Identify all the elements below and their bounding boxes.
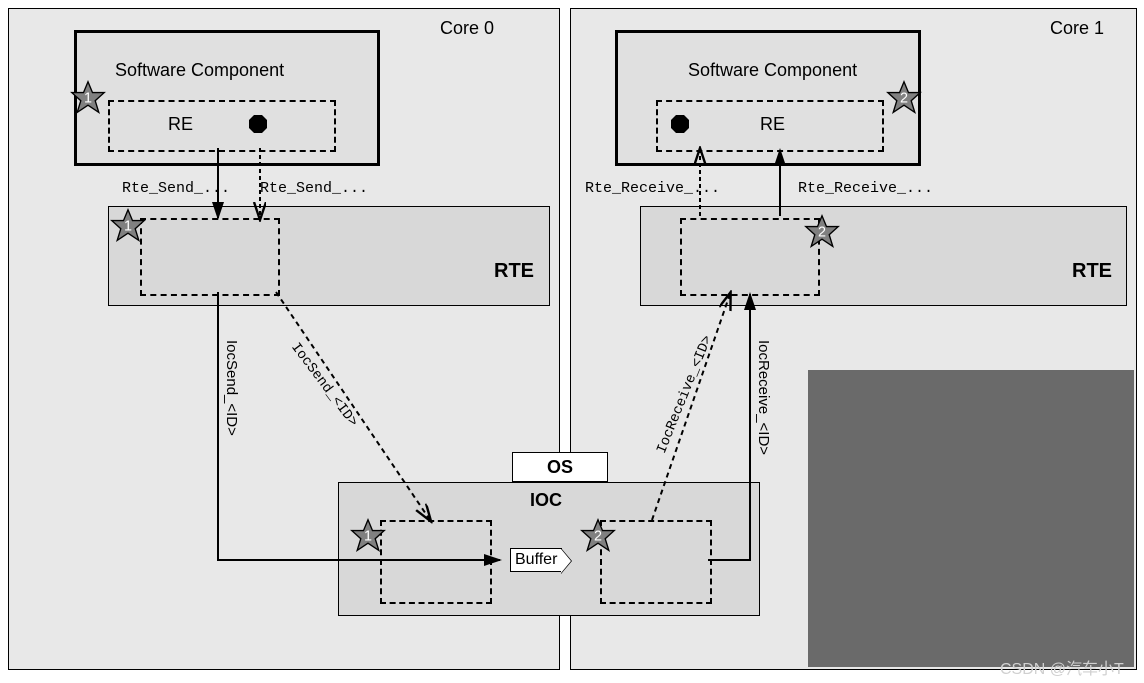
svg-text:2: 2 <box>594 529 602 545</box>
rte-send-label-2: Rte_Send_... <box>260 180 368 197</box>
diagram-root: Core 0 Core 1 Software Component RE Soft… <box>0 0 1144 683</box>
star-ioc-right: 2 <box>580 518 616 554</box>
star-swc-right: 2 <box>886 80 922 116</box>
svg-text:1: 1 <box>364 529 372 545</box>
rte-right-label: RTE <box>1072 260 1112 283</box>
port-left <box>248 114 268 134</box>
swc-right-label: Software Component <box>688 60 857 81</box>
re-left <box>108 100 336 152</box>
rte-send-label-1: Rte_Send_... <box>122 180 230 197</box>
watermark: CSDN @汽车小T <box>1000 655 1124 679</box>
star-num: 1 <box>84 91 92 107</box>
svg-text:2: 2 <box>900 91 908 107</box>
iocsend-solid-label: IocSend_<ID> <box>223 340 240 436</box>
os-label: OS <box>513 453 607 482</box>
re-right-label: RE <box>760 114 785 135</box>
star-rte-left: 1 <box>110 208 146 244</box>
buffer-label: Buffer <box>515 551 557 568</box>
ioc-label: IOC <box>530 490 562 511</box>
rte-receive-label-2: Rte_Receive_... <box>798 180 933 197</box>
core0-label: Core 0 <box>440 18 494 39</box>
rte-receive-label-1: Rte_Receive_... <box>585 180 720 197</box>
rte-left-label: RTE <box>494 260 534 283</box>
gray-block <box>808 370 1134 667</box>
star-rte-right: 2 <box>804 214 840 250</box>
swc-left-label: Software Component <box>115 60 284 81</box>
svg-text:1: 1 <box>124 219 132 235</box>
star-ioc-left: 1 <box>350 518 386 554</box>
buffer-box: Buffer <box>510 548 562 572</box>
ioc-inner-right <box>600 520 712 604</box>
svg-text:2: 2 <box>818 225 826 241</box>
star-swc-left: 1 <box>70 80 106 116</box>
ioc-inner-left <box>380 520 492 604</box>
port-right <box>670 114 690 134</box>
rte-left-inner <box>140 218 280 296</box>
rte-right-inner <box>680 218 820 296</box>
iocreceive-solid-label: IocReceive_<ID> <box>755 340 772 455</box>
core1-label: Core 1 <box>1050 18 1104 39</box>
os-box: OS <box>512 452 608 482</box>
re-left-label: RE <box>168 114 193 135</box>
